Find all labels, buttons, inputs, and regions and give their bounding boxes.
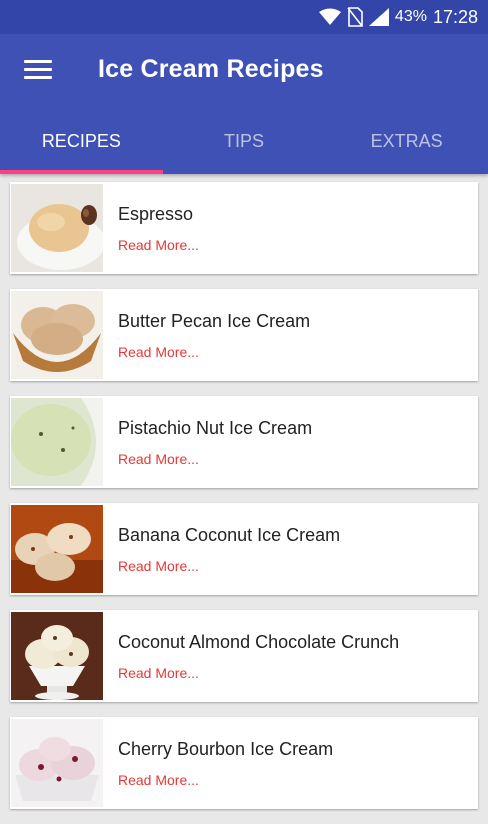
read-more-link[interactable]: Read More... [118, 344, 199, 360]
signal-icon [368, 8, 389, 26]
recipe-card-butter-pecan[interactable]: Butter Pecan Ice Cream Read More... [10, 289, 478, 381]
tab-recipes[interactable]: RECIPES [0, 110, 163, 174]
recipe-title: Banana Coconut Ice Cream [118, 525, 341, 545]
clock: 17:28 [432, 6, 478, 27]
recipe-thumbnail [11, 719, 103, 807]
recipe-title: Coconut Almond Chocolate Crunch [118, 632, 400, 652]
recipe-thumbnail [11, 612, 103, 700]
status-bar: 43% 17:28 [0, 0, 488, 34]
tab-tips[interactable]: TIPS [163, 110, 326, 174]
recipe-list: Espresso Read More... Butter Pecan Ice C… [10, 182, 478, 824]
app-title: Ice Cream Recipes [98, 55, 324, 83]
recipe-card-pistachio[interactable]: Pistachio Nut Ice Cream Read More... [10, 396, 478, 488]
recipe-card-cherry-bourbon[interactable]: Cherry Bourbon Ice Cream Read More... [10, 717, 478, 809]
recipe-card-coconut-almond[interactable]: Coconut Almond Chocolate Crunch Read Mor… [10, 610, 478, 702]
read-more-link[interactable]: Read More... [118, 665, 199, 681]
recipe-card-banana-coconut[interactable]: Banana Coconut Ice Cream Read More... [10, 503, 478, 595]
read-more-link[interactable]: Read More... [118, 237, 199, 253]
read-more-link[interactable]: Read More... [118, 772, 199, 788]
hamburger-menu-icon[interactable] [24, 60, 52, 84]
status-icons: 43% 17:28 [318, 0, 478, 34]
battery-percent: 43% [394, 8, 427, 25]
recipe-thumbnail [11, 184, 103, 272]
recipe-title: Pistachio Nut Ice Cream [118, 418, 313, 438]
read-more-link[interactable]: Read More... [118, 558, 199, 574]
recipe-thumbnail [11, 505, 103, 593]
recipe-card-espresso[interactable]: Espresso Read More... [10, 182, 478, 274]
app-bar: Ice Cream Recipes [0, 34, 488, 110]
recipe-thumbnail [11, 398, 103, 486]
recipe-thumbnail [11, 291, 103, 379]
read-more-link[interactable]: Read More... [118, 451, 199, 467]
wifi-icon [318, 8, 341, 25]
tab-extras[interactable]: EXTRAS [325, 110, 488, 174]
recipe-title: Espresso [118, 204, 194, 224]
no-sim-icon [347, 7, 363, 27]
recipe-title: Butter Pecan Ice Cream [118, 311, 311, 331]
recipe-title: Cherry Bourbon Ice Cream [118, 739, 334, 759]
tab-bar: RECIPES TIPS EXTRAS [0, 110, 488, 174]
